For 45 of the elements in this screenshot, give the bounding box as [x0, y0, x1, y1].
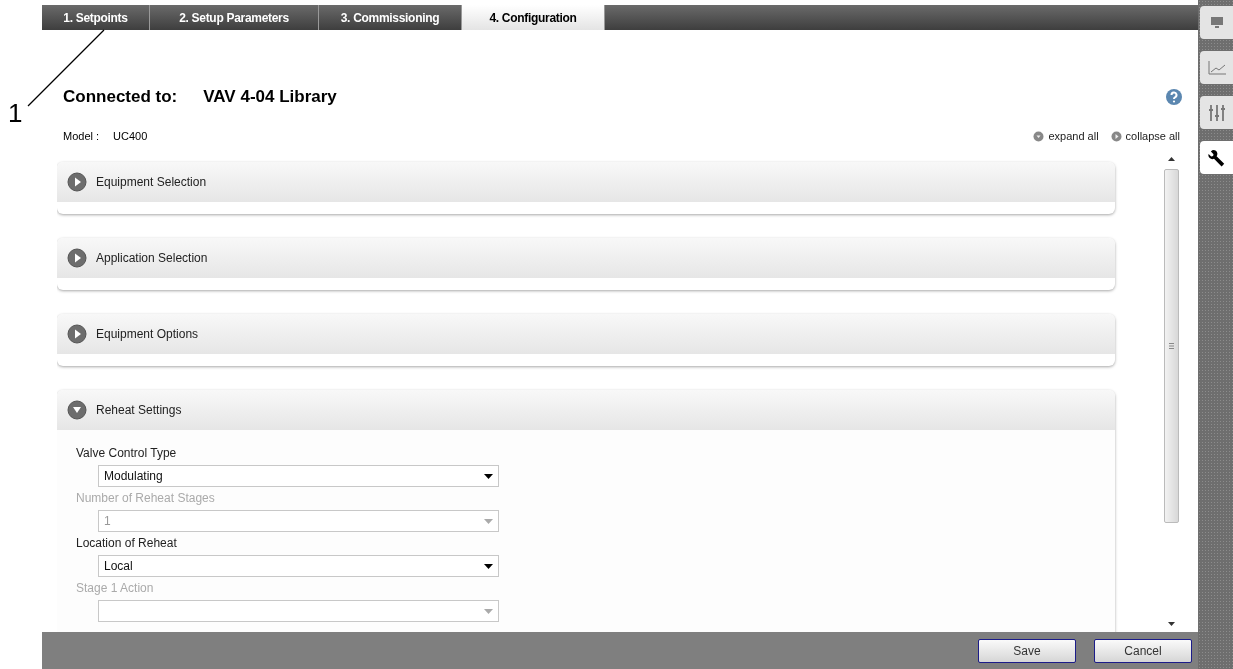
caret-down-icon — [1033, 130, 1045, 142]
dropdown-field[interactable]: Modulating — [98, 465, 499, 487]
section-title: Reheat Settings — [96, 403, 182, 417]
save-button[interactable]: Save — [978, 638, 1076, 663]
scroll-thumb[interactable] — [1164, 169, 1179, 523]
collapse-all-link[interactable]: collapse all — [1110, 130, 1180, 142]
callout-number: 1 — [8, 98, 23, 129]
cancel-button[interactable]: Cancel — [1094, 638, 1192, 663]
connection-label: Connected to: — [63, 87, 178, 107]
expanded-icon[interactable] — [67, 400, 87, 420]
field-label: Valve Control Type — [76, 446, 178, 460]
scroll-up-icon[interactable] — [1168, 157, 1175, 161]
section-header[interactable]: Reheat Settings — [57, 390, 1115, 430]
collapsed-icon[interactable] — [67, 248, 87, 268]
section-title: Equipment Selection — [96, 175, 207, 189]
section-header[interactable]: Application Selection — [57, 238, 1115, 278]
monitor-icon — [1209, 16, 1224, 29]
tab[interactable]: 4. Configuration — [462, 5, 605, 30]
dropdown-arrow-icon — [484, 473, 493, 479]
side-tab[interactable] — [1200, 141, 1233, 174]
dropdown-arrow-icon — [484, 518, 493, 524]
scroll-down-icon[interactable] — [1168, 622, 1175, 626]
device-name: VAV 4-04 Library — [203, 87, 337, 107]
dropdown-arrow-icon — [484, 608, 493, 614]
field-label: Number of Reheat Stages — [76, 491, 216, 505]
field-label: Stage 1 Action — [76, 581, 155, 595]
caret-right-icon — [1110, 130, 1122, 142]
dropdown-field[interactable]: Local — [98, 555, 499, 577]
sliders-icon — [1207, 103, 1226, 122]
help-icon[interactable] — [1166, 89, 1182, 105]
grip-icon — [1169, 343, 1174, 349]
dropdown-field[interactable] — [98, 600, 499, 622]
model-value: UC400 — [113, 130, 148, 142]
wrench-icon — [1207, 148, 1226, 167]
dropdown-arrow-icon — [484, 563, 493, 569]
section-header[interactable]: Equipment Options — [57, 314, 1115, 354]
section-title: Application Selection — [96, 251, 208, 265]
section-title: Equipment Options — [96, 327, 199, 341]
section-header[interactable]: Equipment Selection — [57, 162, 1115, 202]
expand-all-link[interactable]: expand all — [1033, 130, 1099, 142]
field-label: Location of Reheat — [76, 536, 178, 550]
line-chart-icon — [1207, 60, 1226, 75]
collapsed-icon[interactable] — [67, 324, 87, 344]
model-label: Model : — [63, 130, 100, 142]
collapsed-icon[interactable] — [67, 172, 87, 192]
